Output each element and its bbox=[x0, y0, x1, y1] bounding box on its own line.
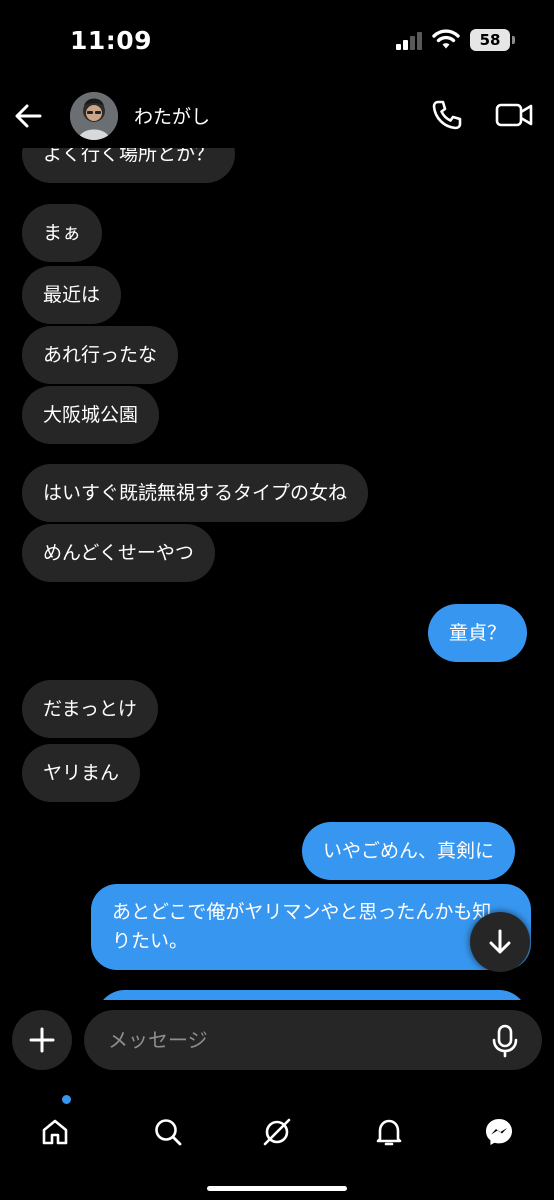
search-icon bbox=[155, 1119, 182, 1146]
avatar[interactable] bbox=[70, 92, 118, 140]
bell-icon bbox=[376, 1119, 402, 1146]
tab-messages[interactable] bbox=[469, 1102, 529, 1162]
back-button[interactable] bbox=[10, 98, 46, 134]
message-incoming[interactable]: ヤリまん bbox=[22, 744, 141, 802]
contact-name[interactable]: わたがし bbox=[134, 102, 210, 129]
message-outgoing[interactable]: いやごめん、真剣に bbox=[302, 822, 516, 880]
message-input[interactable] bbox=[84, 1010, 542, 1070]
avatar-photo bbox=[70, 92, 118, 140]
phone-icon bbox=[432, 100, 462, 130]
message-outgoing[interactable]: 童貞？ bbox=[428, 604, 528, 662]
chat-header: わたがし bbox=[0, 84, 554, 148]
plus-icon bbox=[29, 1027, 55, 1053]
battery-indicator: 58 bbox=[470, 29, 510, 51]
message-incoming[interactable]: だまっとけ bbox=[22, 680, 158, 738]
messenger-icon bbox=[486, 1119, 512, 1145]
wifi-icon bbox=[432, 28, 460, 50]
home-icon bbox=[42, 1119, 68, 1145]
voice-message-button[interactable] bbox=[490, 1024, 520, 1058]
tab-explore[interactable] bbox=[247, 1102, 307, 1162]
tab-notifications[interactable] bbox=[359, 1102, 419, 1162]
message-incoming[interactable]: あれ行ったな bbox=[22, 326, 179, 384]
message-composer bbox=[0, 1000, 554, 1084]
message-incoming[interactable]: まぁ bbox=[22, 204, 103, 262]
scroll-to-bottom-button[interactable] bbox=[470, 912, 530, 972]
message-outgoing-partial[interactable] bbox=[96, 990, 528, 1000]
tab-search[interactable] bbox=[138, 1102, 198, 1162]
voice-call-button[interactable] bbox=[430, 98, 464, 132]
battery-tip bbox=[512, 36, 515, 44]
status-bar: 11:09 58 bbox=[0, 0, 554, 84]
message-incoming[interactable]: よく行く場所とか？ bbox=[22, 148, 236, 183]
message-incoming[interactable]: 大阪城公園 bbox=[22, 386, 160, 444]
video-camera-icon bbox=[495, 103, 533, 127]
status-time: 11:09 bbox=[70, 26, 153, 55]
message-thread[interactable]: よく行く場所とか？ まぁ 最近は あれ行ったな 大阪城公園 はいすぐ既読無視する… bbox=[0, 148, 554, 1000]
message-outgoing[interactable]: あとどこで俺がヤリマンやと思ったんかも知りたい。 bbox=[91, 884, 531, 970]
message-incoming[interactable]: はいすぐ既読無視するタイプの女ね bbox=[22, 464, 369, 522]
bottom-tab-bar bbox=[0, 1084, 554, 1200]
arrow-down-icon bbox=[489, 929, 511, 954]
home-indicator bbox=[207, 1186, 347, 1191]
video-call-button[interactable] bbox=[494, 98, 534, 132]
tab-home[interactable] bbox=[25, 1102, 85, 1162]
explore-compass-icon bbox=[263, 1118, 291, 1146]
add-attachment-button[interactable] bbox=[12, 1010, 72, 1070]
message-incoming[interactable]: 最近は bbox=[22, 266, 122, 324]
microphone-icon bbox=[492, 1024, 518, 1058]
home-notification-dot bbox=[62, 1095, 71, 1104]
back-arrow-icon bbox=[15, 104, 42, 128]
cellular-signal-icon bbox=[396, 32, 424, 50]
message-incoming[interactable]: めんどくせーやつ bbox=[22, 524, 215, 582]
